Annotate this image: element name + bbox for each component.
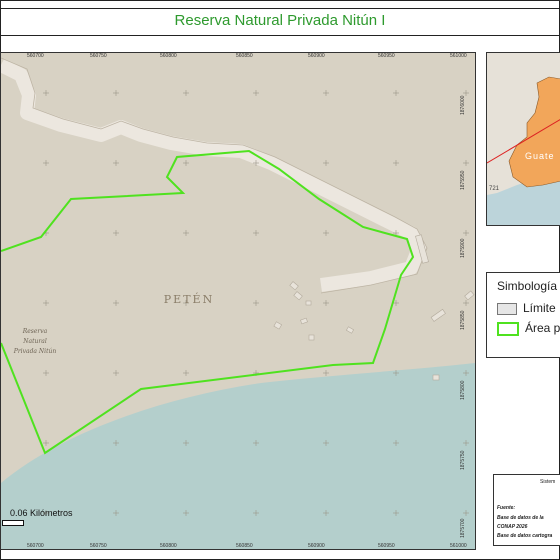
x-tick-bottom: 560900 xyxy=(308,543,325,549)
source-line: CONAP 2026 xyxy=(497,524,528,530)
x-tick-bottom: 561000 xyxy=(450,543,467,549)
region-label: PETÉN xyxy=(164,292,214,306)
x-tick-bottom: 560800 xyxy=(160,543,177,549)
y-tick-right: 1875750 xyxy=(460,450,466,470)
y-tick-right: 1875850 xyxy=(460,310,466,330)
y-tick-right: 1875900 xyxy=(460,238,466,258)
x-tick-top: 560700 xyxy=(27,53,44,59)
legend: Simbología Límite Área pr xyxy=(486,272,560,358)
title-bar: Reserva Natural Privada Nitún I xyxy=(0,8,560,36)
legend-title: Simbología xyxy=(497,279,558,293)
legend-swatch xyxy=(497,302,517,315)
inset-country-label: Guate xyxy=(525,151,555,161)
source-box: Sistem Fuente: Base de datos de la CONAP… xyxy=(493,474,560,546)
legend-swatch xyxy=(497,321,519,336)
y-tick-right: 1876000 xyxy=(460,95,466,115)
x-tick-bottom: 560850 xyxy=(236,543,253,549)
scale-label: 0.06 Kilómetros xyxy=(10,508,73,518)
legend-item-limite: Límite xyxy=(497,301,556,315)
legend-item-area: Área pr xyxy=(497,321,560,336)
source-line: Base de datos cartogra xyxy=(497,533,553,539)
source-line: Base de datos de la xyxy=(497,515,544,521)
source-header: Sistem xyxy=(540,479,556,485)
y-tick-right: 1875800 xyxy=(460,380,466,400)
x-tick-bottom: 560950 xyxy=(378,543,395,549)
x-tick-bottom: 560700 xyxy=(27,543,44,549)
map-canvas: PETÉN Reserva Natural Privada Nitún xyxy=(1,53,475,549)
y-tick-right: 1875700 xyxy=(460,518,466,538)
x-tick-top: 560750 xyxy=(90,53,107,59)
inset-number-label: 721 xyxy=(489,186,500,192)
x-tick-bottom: 560750 xyxy=(90,543,107,549)
inset-canvas: Guate 721 xyxy=(487,53,560,225)
reserve-label-line-3: Privada Nitún xyxy=(13,348,57,355)
x-tick-top: 560950 xyxy=(378,53,395,59)
y-tick-right: 1875950 xyxy=(460,170,466,190)
map-title: Reserva Natural Privada Nitún I xyxy=(174,12,386,29)
x-tick-top: 560800 xyxy=(160,53,177,59)
reserve-label-line-2: Natural xyxy=(22,338,47,345)
legend-item-label: Límite xyxy=(523,301,556,315)
x-tick-top: 560850 xyxy=(236,53,253,59)
reserve-label-line-1: Reserva xyxy=(22,328,48,335)
legend-item-label: Área pr xyxy=(525,321,560,335)
source-line: Fuente: xyxy=(497,505,516,511)
x-tick-top: 561000 xyxy=(450,53,467,59)
x-tick-top: 560900 xyxy=(308,53,325,59)
main-map[interactable]: PETÉN Reserva Natural Privada Nitún xyxy=(0,52,476,550)
scale-bar xyxy=(2,520,24,526)
inset-map[interactable]: Guate 721 xyxy=(486,52,560,226)
